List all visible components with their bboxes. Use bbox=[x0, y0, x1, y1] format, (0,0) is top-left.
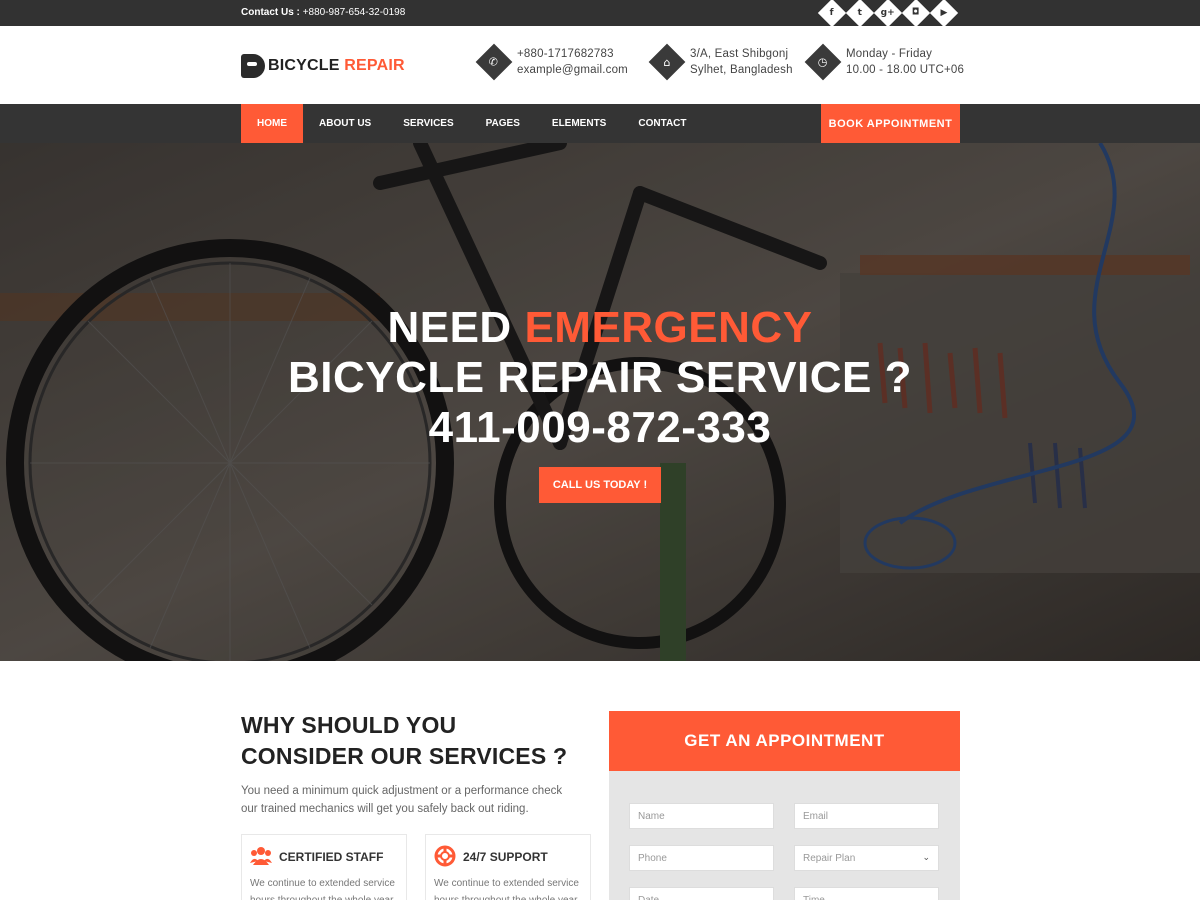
header-hours-info: ◷ Monday - Friday 10.00 - 18.00 UTC+06 bbox=[804, 43, 965, 81]
why-title-line-2: CONSIDER OUR SERVICES ? bbox=[241, 743, 568, 769]
header-hours-days: Monday - Friday bbox=[846, 48, 933, 60]
instagram-icon[interactable]: ◘ bbox=[901, 0, 931, 28]
repair-plan-select[interactable]: Repair Plan ⌄ bbox=[794, 845, 939, 871]
lifebuoy-icon bbox=[434, 845, 456, 867]
nav-item-elements[interactable]: ELEMENTS bbox=[536, 104, 622, 143]
name-field[interactable]: Name bbox=[629, 803, 774, 829]
hero-line-1-b: EMERGENCY bbox=[524, 303, 813, 352]
feature-card-desc: We continue to extended service hours th… bbox=[434, 878, 579, 900]
call-us-button[interactable]: CALL US TODAY ! bbox=[539, 467, 661, 503]
feature-card-desc: We continue to extended service hours th… bbox=[250, 878, 395, 900]
appointment-form: GET AN APPOINTMENT Name Email Phone Repa… bbox=[609, 711, 960, 900]
logo-icon bbox=[241, 54, 265, 78]
repair-plan-value: Repair Plan bbox=[803, 852, 856, 864]
phone-field[interactable]: Phone bbox=[629, 845, 774, 871]
nav-item-pages[interactable]: PAGES bbox=[470, 104, 536, 143]
hero-phone: 411-009-872-333 bbox=[428, 403, 772, 452]
book-appointment-button[interactable]: BOOK APPOINTMENT bbox=[821, 104, 960, 143]
feature-card-support: 24/7 SUPPORT We continue to extended ser… bbox=[425, 834, 591, 900]
header-address-line-1: 3/A, East Shibgonj bbox=[690, 48, 789, 60]
phone-icon: ✆ bbox=[475, 43, 513, 81]
top-contact: Contact Us : +880-987-654-32-0198 bbox=[241, 7, 405, 18]
nav-item-about-us[interactable]: ABOUT US bbox=[303, 104, 387, 143]
logo-text-primary: BICYCLE bbox=[268, 57, 340, 74]
date-field[interactable]: Date bbox=[629, 887, 774, 900]
why-title-line-1: WHY SHOULD YOU bbox=[241, 712, 457, 738]
main-nav: HOME ABOUT US SERVICES PAGES ELEMENTS CO… bbox=[0, 104, 1200, 143]
contact-label: Contact Us : bbox=[241, 7, 300, 18]
appointment-title: GET AN APPOINTMENT bbox=[609, 711, 960, 771]
twitter-icon[interactable]: t bbox=[845, 0, 875, 28]
header-hours-time: 10.00 - 18.00 UTC+06 bbox=[846, 64, 965, 76]
users-icon bbox=[250, 847, 272, 865]
logo-text: BICYCLE REPAIR bbox=[268, 57, 405, 75]
clock-icon: ◷ bbox=[804, 43, 842, 81]
nav-item-contact[interactable]: CONTACT bbox=[622, 104, 702, 143]
site-header: BICYCLE REPAIR ✆ +880-1717682783 example… bbox=[0, 26, 1200, 104]
email-field[interactable]: Email bbox=[794, 803, 939, 829]
google-plus-icon[interactable]: g+ bbox=[873, 0, 903, 28]
hero-line-2: BICYCLE REPAIR SERVICE ? bbox=[287, 353, 913, 402]
feature-card-title: 24/7 SUPPORT bbox=[463, 850, 548, 864]
header-phone[interactable]: +880-1717682783 bbox=[517, 46, 628, 62]
logo-text-accent: REPAIR bbox=[344, 57, 405, 74]
header-email[interactable]: example@gmail.com bbox=[517, 62, 628, 78]
nav-item-services[interactable]: SERVICES bbox=[387, 104, 469, 143]
why-title: WHY SHOULD YOU CONSIDER OUR SERVICES ? bbox=[241, 710, 567, 772]
social-links: f t g+ ◘ ▶ bbox=[817, 0, 959, 28]
feature-card-certified-staff: CERTIFIED STAFF We continue to extended … bbox=[241, 834, 407, 900]
logo[interactable]: BICYCLE REPAIR bbox=[241, 54, 405, 78]
feature-card-title: CERTIFIED STAFF bbox=[279, 850, 384, 864]
top-bar: Contact Us : +880-987-654-32-0198 f t g+… bbox=[0, 0, 1200, 28]
header-phone-info: ✆ +880-1717682783 example@gmail.com bbox=[475, 43, 628, 81]
header-address-line-2: Sylhet, Bangladesh bbox=[690, 64, 793, 76]
contact-phone[interactable]: +880-987-654-32-0198 bbox=[303, 7, 406, 18]
chevron-down-icon: ⌄ bbox=[922, 853, 930, 863]
hero-banner: NEED EMERGENCY BICYCLE REPAIR SERVICE ? … bbox=[0, 143, 1200, 661]
hero-line-1: NEED EMERGENCY bbox=[0, 303, 1200, 353]
facebook-icon[interactable]: f bbox=[817, 0, 847, 28]
nav-item-home[interactable]: HOME bbox=[241, 104, 303, 143]
youtube-icon[interactable]: ▶ bbox=[929, 0, 959, 28]
hero-line-1-a: NEED bbox=[387, 303, 512, 352]
home-icon: ⌂ bbox=[648, 43, 686, 81]
why-description: You need a minimum quick adjustment or a… bbox=[241, 785, 563, 815]
time-field[interactable]: Time bbox=[794, 887, 939, 900]
header-address-info: ⌂ 3/A, East Shibgonj Sylhet, Bangladesh bbox=[648, 43, 793, 81]
